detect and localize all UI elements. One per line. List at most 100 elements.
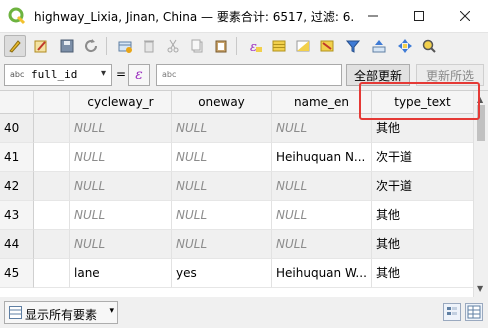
cell-type-text[interactable]: 其他 (372, 259, 474, 288)
cell-cycleway-r[interactable]: lane (70, 259, 172, 288)
cell-oneway[interactable]: NULL (172, 143, 272, 172)
table-view-button[interactable] (465, 303, 483, 321)
reload-icon (85, 39, 98, 53)
cell-name-en[interactable]: Heihuquan W... (272, 259, 372, 288)
select-by-expression-icon: ε (250, 40, 262, 54)
cut-button[interactable] (162, 35, 184, 57)
table-row[interactable]: 42 NULL NULL NULL 次干道 (0, 172, 474, 201)
cell-cycleway-r[interactable]: NULL (70, 114, 172, 143)
invert-selection-button[interactable] (292, 35, 314, 57)
row-number[interactable]: 44 (0, 230, 34, 259)
cell-hidden[interactable] (34, 201, 70, 230)
attribute-table: cycleway_r oneway name_en type_text 40 NU… (0, 90, 488, 297)
cell-hidden[interactable] (34, 114, 70, 143)
row-number-header (0, 91, 34, 114)
select-by-expression-button[interactable]: ε (244, 35, 266, 57)
invert-selection-icon (296, 40, 310, 52)
cell-oneway[interactable]: NULL (172, 172, 272, 201)
cell-name-en[interactable]: NULL (272, 172, 372, 201)
scroll-down-icon[interactable]: ▼ (477, 284, 483, 293)
cell-type-text[interactable]: 其他 (372, 201, 474, 230)
value-expression-input[interactable]: abc (156, 64, 342, 86)
maximize-button[interactable] (396, 0, 442, 32)
save-icon (60, 39, 74, 53)
cell-name-en[interactable]: NULL (272, 201, 372, 230)
title-bar: highway_Lixia, Jinan, China — 要素合计: 6517… (0, 0, 488, 33)
paste-icon (215, 40, 227, 53)
row-number[interactable]: 45 (0, 259, 34, 288)
filter-selection-button[interactable] (342, 35, 364, 57)
select-all-button[interactable] (268, 35, 290, 57)
column-header-name-en[interactable]: name_en (272, 91, 372, 114)
cell-oneway[interactable]: NULL (172, 230, 272, 259)
expression-builder-button[interactable]: ε (128, 64, 150, 86)
table-view-icon (467, 305, 481, 319)
cell-type-text[interactable]: 次干道 (372, 172, 474, 201)
select-all-icon (272, 40, 286, 52)
row-number[interactable]: 41 (0, 143, 34, 172)
attribute-table-toolbar: ε (0, 33, 488, 59)
close-button[interactable] (442, 0, 488, 32)
cell-oneway[interactable]: NULL (172, 114, 272, 143)
equals-label: = (116, 67, 127, 81)
svg-text:ε: ε (250, 40, 257, 54)
field-select[interactable]: abc full_id ▾ (4, 64, 112, 86)
toggle-editing-button[interactable] (4, 35, 26, 57)
copy-button[interactable] (186, 35, 208, 57)
feature-filter-dropdown[interactable]: 显示所有要素 ▾ (4, 301, 118, 324)
move-selection-top-button[interactable] (368, 35, 390, 57)
expression-icon: ε (135, 67, 143, 83)
minimize-button[interactable] (350, 0, 396, 32)
cell-cycleway-r[interactable]: NULL (70, 201, 172, 230)
form-view-button[interactable] (443, 303, 461, 321)
multi-edit-icon (34, 40, 47, 53)
cell-cycleway-r[interactable]: NULL (70, 143, 172, 172)
window-title: highway_Lixia, Jinan, China — 要素合计: 6517… (34, 10, 354, 24)
reload-button[interactable] (80, 35, 102, 57)
cell-type-text[interactable]: 其他 (372, 230, 474, 259)
deselect-all-button[interactable] (316, 35, 338, 57)
cell-cycleway-r[interactable]: NULL (70, 172, 172, 201)
copy-icon (191, 39, 203, 53)
multi-edit-button[interactable] (30, 35, 52, 57)
row-number[interactable]: 40 (0, 114, 34, 143)
delete-feature-button[interactable] (138, 35, 160, 57)
column-header-oneway[interactable]: oneway (172, 91, 272, 114)
pan-to-selection-button[interactable] (394, 35, 416, 57)
deselect-icon (320, 40, 334, 52)
cut-icon (167, 39, 179, 53)
add-feature-button[interactable] (114, 35, 136, 57)
paste-button[interactable] (210, 35, 232, 57)
close-icon (460, 11, 470, 21)
vertical-scrollbar[interactable]: ▲ ▼ (473, 91, 488, 297)
chevron-down-icon: ▾ (100, 68, 106, 79)
cell-hidden[interactable] (34, 230, 70, 259)
table-row[interactable]: 43 NULL NULL NULL 其他 (0, 201, 474, 230)
cell-hidden[interactable] (34, 172, 70, 201)
chevron-down-icon: ▾ (109, 306, 114, 316)
cell-hidden[interactable] (34, 259, 70, 288)
table-icon (9, 306, 22, 319)
cell-name-en[interactable]: NULL (272, 230, 372, 259)
row-number[interactable]: 43 (0, 201, 34, 230)
table-row[interactable]: 45 lane yes Heihuquan W... 其他 (0, 259, 474, 288)
text-type-icon: abc (162, 70, 177, 79)
cell-name-en[interactable]: Heihuquan N... (272, 143, 372, 172)
column-header-cycleway-r[interactable]: cycleway_r (70, 91, 172, 114)
table-row[interactable]: 44 NULL NULL NULL 其他 (0, 230, 474, 259)
text-field-type-icon: abc (10, 70, 25, 79)
save-edits-button[interactable] (56, 35, 78, 57)
table-row[interactable]: 41 NULL NULL Heihuquan N... 次干道 (0, 143, 474, 172)
row-number[interactable]: 42 (0, 172, 34, 201)
cell-cycleway-r[interactable]: NULL (70, 230, 172, 259)
form-view-icon (447, 307, 457, 315)
zoom-to-selection-button[interactable] (418, 35, 440, 57)
cell-oneway[interactable]: NULL (172, 201, 272, 230)
type-text-highlight-box (359, 82, 480, 120)
cell-type-text[interactable]: 次干道 (372, 143, 474, 172)
qgis-logo-icon (8, 7, 26, 25)
cell-oneway[interactable]: yes (172, 259, 272, 288)
column-header-hidden[interactable] (34, 91, 70, 114)
cell-hidden[interactable] (34, 143, 70, 172)
cell-name-en[interactable]: NULL (272, 114, 372, 143)
